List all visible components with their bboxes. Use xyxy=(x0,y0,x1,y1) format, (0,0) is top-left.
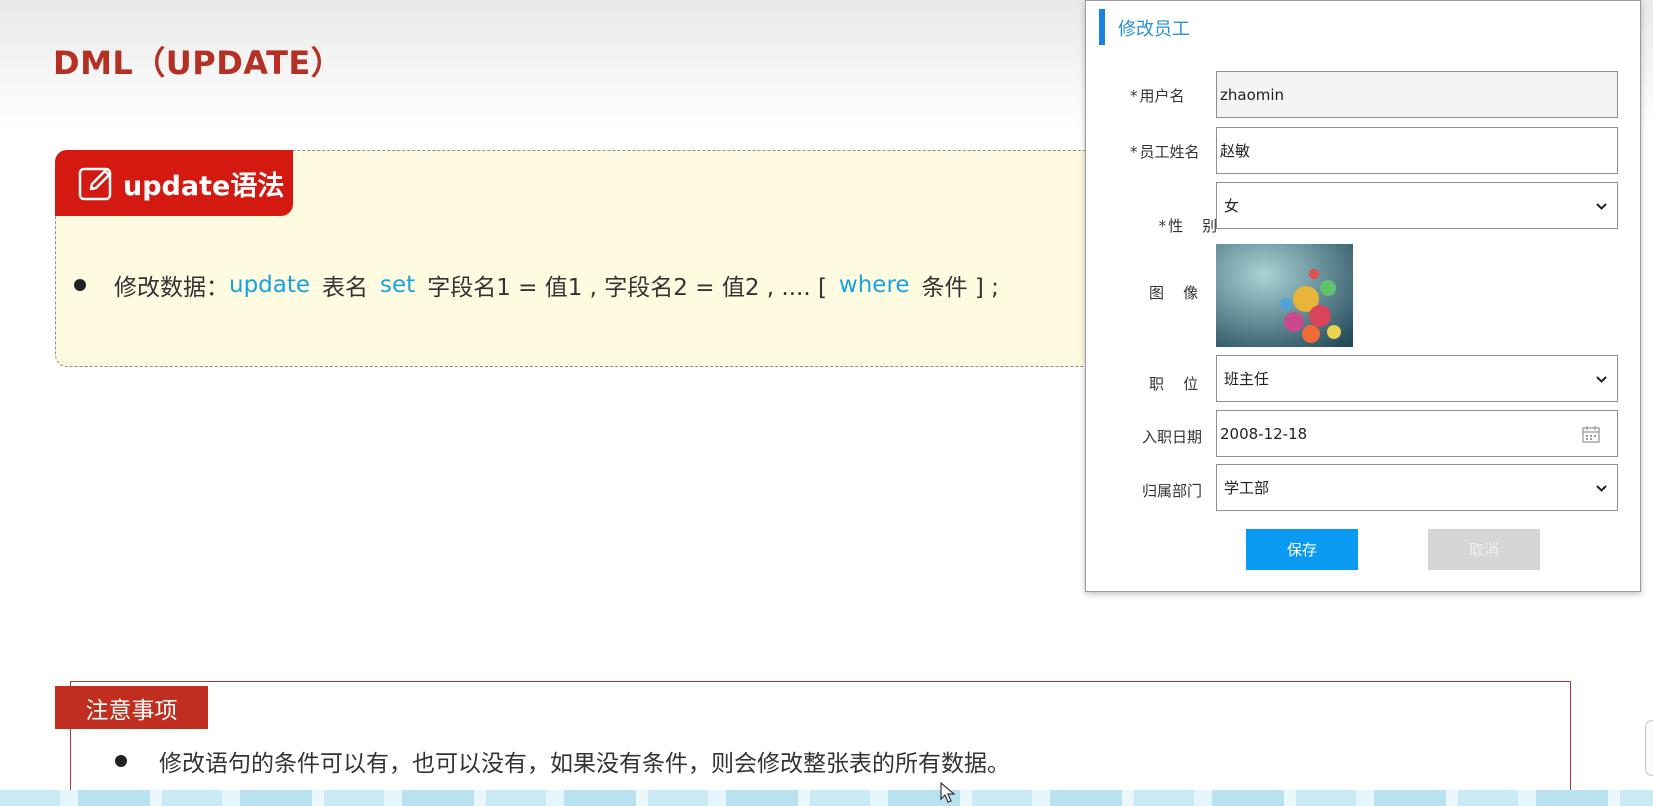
dept-select[interactable]: 学工部 xyxy=(1216,464,1618,511)
edit-icon xyxy=(78,167,112,201)
decorative-wave-strip xyxy=(0,790,1653,806)
scroll-handle[interactable] xyxy=(1645,720,1653,776)
syntax-tag: update语法 xyxy=(55,150,293,216)
keyword-set: set xyxy=(380,272,416,298)
syntax-prefix: 修改数据： xyxy=(114,275,229,301)
notes-text: 修改语句的条件可以有，也可以没有，如果没有条件，则会修改整张表的所有数据。 xyxy=(159,751,1010,777)
slide-title: DML（UPDATE） xyxy=(53,44,344,82)
chevron-down-icon xyxy=(1596,376,1607,383)
job-select-value: 班主任 xyxy=(1224,370,1270,388)
keyword-where: where xyxy=(838,272,910,298)
employee-image[interactable] xyxy=(1216,244,1353,347)
cancel-button[interactable]: 取消 xyxy=(1428,529,1540,570)
syntax-table: 表名 xyxy=(322,275,369,301)
username-field[interactable]: zhaomin xyxy=(1216,71,1618,118)
syntax-line: 修改数据： update 表名 set 字段名1 = 值1 , 字段名2 = 值… xyxy=(74,268,999,302)
notes-tag: 注意事项 xyxy=(55,686,208,729)
gender-select-value: 女 xyxy=(1224,197,1240,215)
entry-date-value: 2008-12-18 xyxy=(1220,424,1308,443)
entry-date-field[interactable]: 2008-12-18 xyxy=(1216,410,1618,457)
chevron-down-icon xyxy=(1596,203,1607,210)
chevron-down-icon xyxy=(1596,485,1607,492)
dialog-title: 修改员工 xyxy=(1118,19,1190,40)
cursor-icon xyxy=(940,782,956,803)
bullet-dot xyxy=(115,755,127,767)
job-select[interactable]: 班主任 xyxy=(1216,355,1618,402)
bullet-dot xyxy=(74,279,86,291)
dialog-title-accent xyxy=(1099,9,1105,45)
calendar-icon[interactable] xyxy=(1582,426,1600,443)
edit-employee-dialog: 修改员工 *用户名 zhaomin *员工姓名 赵敏 *性 别 女 图 像 xyxy=(1085,0,1641,592)
slide: DML（UPDATE） update语法 修改数据： update 表名 set… xyxy=(0,0,1653,806)
notes-line: 修改语句的条件可以有，也可以没有，如果没有条件，则会修改整张表的所有数据。 xyxy=(115,744,1010,778)
gender-select[interactable]: 女 xyxy=(1216,182,1618,229)
syntax-assignments: 字段名1 = 值1 , 字段名2 = 值2 , .... [ xyxy=(427,275,827,301)
syntax-tag-label: update语法 xyxy=(123,170,285,202)
name-field[interactable]: 赵敏 xyxy=(1216,127,1618,174)
keyword-update: update xyxy=(229,272,311,298)
balloons-image xyxy=(1216,244,1353,347)
save-button[interactable]: 保存 xyxy=(1246,529,1358,570)
syntax-suffix: 条件 ] ; xyxy=(921,275,999,301)
dept-select-value: 学工部 xyxy=(1224,479,1270,497)
